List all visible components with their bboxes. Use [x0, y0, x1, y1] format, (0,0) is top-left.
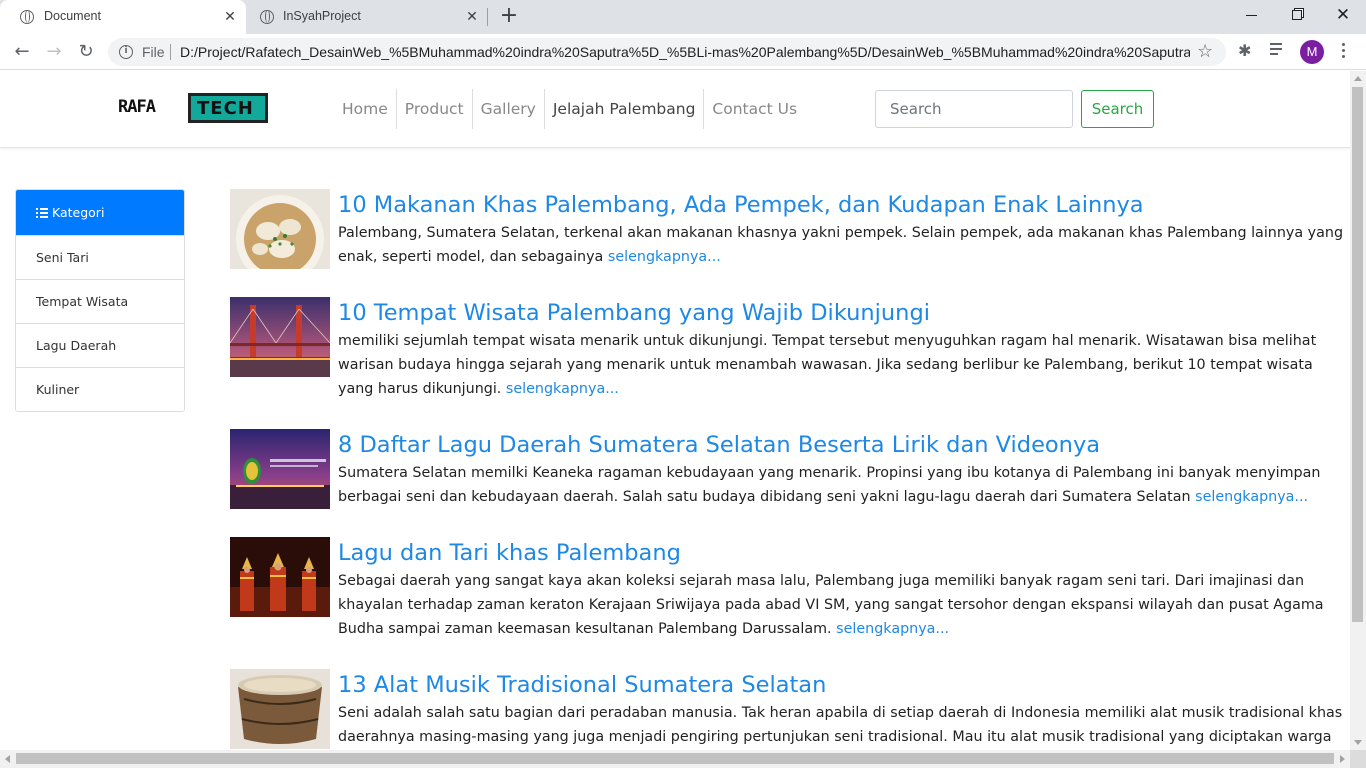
category-kuliner[interactable]: Kuliner — [16, 367, 184, 411]
close-tab-icon[interactable]: ✕ — [222, 8, 238, 24]
article-title[interactable]: 8 Daftar Lagu Daerah Sumatera Selatan Be… — [338, 429, 1350, 461]
browser-tab-bar: Document ✕ InSyahProject ✕ + ✕ — [0, 0, 1366, 34]
article-excerpt: memiliki sejumlah tempat wisata menarik … — [338, 329, 1350, 401]
scrollbar-corner — [1350, 750, 1366, 768]
article-item: Lagu dan Tari khas Palembang Sebagai dae… — [230, 537, 1350, 669]
article-item: 10 Makanan Khas Palembang, Ada Pempek, d… — [230, 189, 1350, 297]
logo-text-right: TECH — [197, 98, 254, 119]
tab-title: InSyahProject — [283, 9, 361, 23]
vertical-scrollbar[interactable] — [1350, 71, 1366, 750]
article-item: 8 Daftar Lagu Daerah Sumatera Selatan Be… — [230, 429, 1350, 537]
scroll-right-arrow-icon[interactable] — [1340, 755, 1345, 763]
url-text[interactable]: D:/Project/Rafatech_DesainWeb_%5BMuhamma… — [180, 44, 1190, 60]
tab-divider — [487, 8, 488, 26]
new-tab-plus-icon[interactable]: + — [498, 5, 520, 27]
menu-contact-us[interactable]: Contact Us — [704, 89, 805, 129]
scroll-down-arrow-icon[interactable] — [1354, 740, 1362, 745]
browser-toolbar: ← → ↻ i File D:/Project/Rafatech_DesainW… — [0, 34, 1366, 70]
globe-icon — [260, 10, 274, 24]
media-control-icon[interactable] — [1270, 42, 1288, 56]
minimize-icon — [1245, 14, 1257, 16]
traditional-dancers-image[interactable] — [230, 537, 330, 617]
restore-window-button[interactable] — [1274, 0, 1320, 30]
close-icon: ✕ — [1335, 5, 1351, 25]
profile-avatar[interactable]: M — [1300, 40, 1324, 64]
tab-title: Document — [44, 9, 101, 23]
article-excerpt: Seni adalah salah satu bagian dari perad… — [338, 701, 1350, 749]
article-text: Sumatera Selatan memilki Keaneka ragaman… — [338, 465, 1321, 505]
article-item: 10 Tempat Wisata Palembang yang Wajib Di… — [230, 297, 1350, 429]
globe-icon — [20, 10, 34, 24]
article-title[interactable]: Lagu dan Tari khas Palembang — [338, 537, 1350, 569]
horizontal-scroll-thumb[interactable] — [16, 753, 1334, 764]
main-menu: Home Product Gallery Jelajah Palembang C… — [334, 89, 805, 129]
article-item: 13 Alat Musik Tradisional Sumatera Selat… — [230, 669, 1350, 750]
category-seni-tari[interactable]: Seni Tari — [16, 235, 184, 279]
horizontal-scrollbar[interactable] — [0, 750, 1350, 768]
read-more-link[interactable]: selengkapnya... — [506, 381, 619, 397]
scroll-up-arrow-icon[interactable] — [1354, 76, 1362, 81]
address-divider — [170, 44, 171, 60]
close-window-button[interactable]: ✕ — [1320, 0, 1366, 30]
site-logo[interactable]: RAFA TECH — [118, 91, 272, 127]
close-tab-icon[interactable]: ✕ — [464, 8, 480, 24]
article-list: 10 Makanan Khas Palembang, Ada Pempek, d… — [230, 189, 1350, 750]
scheme-label: File — [142, 44, 165, 60]
site-navbar: RAFA TECH Home Product Gallery Jelajah P… — [0, 71, 1350, 148]
sumsel-emblem-image[interactable] — [230, 429, 330, 509]
list-icon — [36, 208, 48, 218]
search-input[interactable] — [875, 90, 1073, 128]
vertical-scroll-thumb[interactable] — [1352, 87, 1363, 622]
category-header-label: Kategori — [52, 205, 105, 220]
bookmark-star-icon[interactable]: ☆ — [1197, 41, 1213, 62]
read-more-link[interactable]: selengkapnya... — [608, 249, 721, 265]
article-text: Seni adalah salah satu bagian dari perad… — [338, 705, 1343, 745]
minimize-window-button[interactable] — [1228, 0, 1274, 30]
tab-document[interactable]: Document ✕ — [0, 0, 246, 34]
logo-text-left: RAFA — [118, 97, 156, 117]
menu-jelajah-palembang[interactable]: Jelajah Palembang — [545, 89, 705, 129]
extensions-puzzle-icon[interactable]: ✱ — [1238, 41, 1251, 60]
article-text: memiliki sejumlah tempat wisata menarik … — [338, 333, 1317, 397]
article-title[interactable]: 10 Makanan Khas Palembang, Ada Pempek, d… — [338, 189, 1350, 221]
tab-insyahproject[interactable]: InSyahProject ✕ — [248, 0, 488, 34]
scroll-left-arrow-icon[interactable] — [5, 755, 10, 763]
menu-home[interactable]: Home — [334, 89, 397, 129]
restore-icon — [1292, 10, 1302, 20]
info-icon[interactable]: i — [119, 45, 133, 59]
page-viewport: RAFA TECH Home Product Gallery Jelajah P… — [0, 71, 1350, 750]
drum-instrument-image[interactable] — [230, 669, 330, 749]
article-title[interactable]: 13 Alat Musik Tradisional Sumatera Selat… — [338, 669, 1350, 701]
read-more-link[interactable]: selengkapnya... — [836, 621, 949, 637]
category-tempat-wisata[interactable]: Tempat Wisata — [16, 279, 184, 323]
reload-icon[interactable]: ↻ — [74, 40, 98, 64]
category-sidebar: Kategori Seni Tari Tempat Wisata Lagu Da… — [15, 189, 185, 412]
category-lagu-daerah[interactable]: Lagu Daerah — [16, 323, 184, 367]
read-more-link[interactable]: selengkapnya... — [1195, 489, 1308, 505]
pempek-soup-image[interactable] — [230, 189, 330, 269]
article-excerpt: Sumatera Selatan memilki Keaneka ragaman… — [338, 461, 1350, 509]
article-title[interactable]: 10 Tempat Wisata Palembang yang Wajib Di… — [338, 297, 1350, 329]
menu-gallery[interactable]: Gallery — [473, 89, 545, 129]
category-header[interactable]: Kategori — [16, 190, 184, 235]
menu-product[interactable]: Product — [397, 89, 473, 129]
address-bar[interactable]: i File D:/Project/Rafatech_DesainWeb_%5B… — [108, 38, 1226, 66]
article-excerpt: Sebagai daerah yang sangat kaya akan kol… — [338, 569, 1350, 641]
article-text: Sebagai daerah yang sangat kaya akan kol… — [338, 573, 1324, 637]
back-arrow-icon[interactable]: ← — [10, 40, 34, 64]
article-text: Palembang, Sumatera Selatan, terkenal ak… — [338, 225, 1344, 265]
logo-box: TECH — [188, 93, 268, 123]
search-button[interactable]: Search — [1081, 90, 1154, 128]
more-menu-icon[interactable] — [1335, 42, 1351, 60]
forward-arrow-icon[interactable]: → — [42, 40, 66, 64]
ampera-bridge-image[interactable] — [230, 297, 330, 377]
article-excerpt: Palembang, Sumatera Selatan, terkenal ak… — [338, 221, 1350, 269]
